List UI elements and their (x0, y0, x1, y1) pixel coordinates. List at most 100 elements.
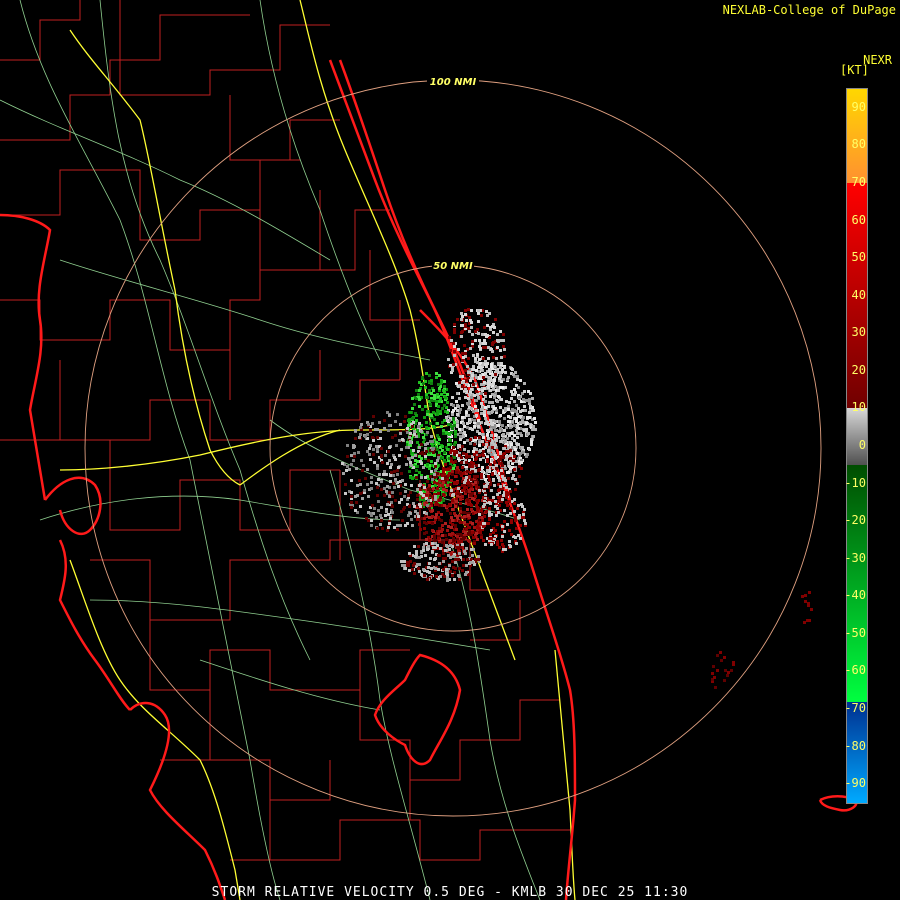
echo-pixel (495, 514, 498, 517)
echo-pixel (475, 485, 478, 488)
echo-pixel (377, 500, 380, 503)
echo-pixel (376, 494, 379, 497)
echo-pixel (451, 532, 454, 535)
echo-pixel (446, 509, 449, 512)
echo-pixel (409, 491, 412, 494)
echo-pixel (520, 461, 523, 464)
echo-pixel (434, 495, 437, 498)
echo-pixel (404, 483, 407, 486)
echo-pixel (436, 413, 439, 416)
echo-pixel (384, 514, 387, 517)
echo-pixel (443, 404, 446, 407)
echo-pixel (480, 392, 483, 395)
echo-pixel (496, 543, 499, 546)
echo-pixel (509, 507, 512, 510)
echo-pixel (436, 459, 439, 462)
echo-pixel (428, 389, 431, 392)
echo-pixel (439, 496, 442, 499)
echo-pixel (471, 428, 474, 431)
echo-pixel (482, 376, 485, 379)
echo-pixel (507, 420, 510, 423)
echo-pixel (368, 453, 371, 456)
echo-pixel (450, 479, 453, 482)
echo-pixel (430, 399, 433, 402)
echo-pixel (416, 498, 419, 501)
echo-pixel (452, 363, 455, 366)
echo-pixel (437, 532, 440, 535)
echo-pixel (523, 382, 526, 385)
echo-pixel (489, 389, 492, 392)
echo-pixel (498, 504, 501, 507)
echo-pixel (483, 515, 486, 518)
echo-pixel (484, 543, 487, 546)
echo-pixel (428, 539, 431, 542)
echo-pixel (452, 539, 455, 542)
echo-pixel (434, 498, 437, 501)
echo-pixel (430, 414, 433, 417)
echo-pixel (350, 463, 353, 466)
echo-pixel (397, 485, 400, 488)
echo-pixel (462, 537, 465, 540)
echo-pixel (354, 429, 357, 432)
echo-pixel (487, 346, 490, 349)
echo-pixel (476, 353, 479, 356)
echo-pixel (442, 568, 445, 571)
echo-pixel (716, 669, 719, 672)
echo-pixel (508, 540, 511, 543)
echo-pixel (447, 358, 450, 361)
echo-pixel (501, 498, 504, 501)
echo-pixel (413, 403, 416, 406)
echo-pixel (434, 557, 437, 560)
echo-pixel (467, 327, 470, 330)
echo-pixel (472, 462, 475, 465)
echo-pixel (803, 621, 806, 624)
echo-pixel (442, 481, 445, 484)
echo-pixel (444, 396, 447, 399)
echo-pixel (475, 409, 478, 412)
echo-pixel (443, 419, 446, 422)
echo-pixel (427, 488, 430, 491)
echo-pixel (468, 533, 471, 536)
echo-pixel (453, 482, 456, 485)
echo-pixel (424, 405, 427, 408)
echo-pixel (517, 407, 520, 410)
echo-pixel (504, 479, 507, 482)
echo-pixel (520, 467, 523, 470)
echo-pixel (534, 421, 537, 424)
echo-pixel (376, 467, 379, 470)
echo-pixel (461, 385, 464, 388)
echo-pixel (494, 438, 497, 441)
echo-pixel (478, 339, 481, 342)
echo-pixel (413, 572, 416, 575)
echo-pixel (431, 509, 434, 512)
echo-pixel (431, 515, 434, 518)
echo-pixel (434, 567, 437, 570)
echo-pixel (424, 380, 427, 383)
echo-pixel (486, 429, 489, 432)
echo-pixel (476, 509, 479, 512)
echo-pixel (429, 475, 432, 478)
echo-pixel (482, 454, 485, 457)
echo-pixel (471, 340, 474, 343)
echo-pixel (426, 480, 429, 483)
echo-pixel (461, 315, 464, 318)
echo-pixel (374, 428, 377, 431)
scale-tick-label: 10 (851, 400, 866, 415)
echo-pixel (500, 380, 503, 383)
echo-pixel (498, 479, 501, 482)
echo-pixel (466, 365, 469, 368)
echo-pixel (510, 533, 513, 536)
echo-pixel (515, 429, 518, 432)
echo-pixel (459, 375, 462, 378)
echo-pixel (409, 461, 412, 464)
echo-pixel (425, 372, 428, 375)
echo-pixel (488, 507, 491, 510)
echo-pixel (350, 454, 353, 457)
echo-pixel (426, 396, 429, 399)
echo-pixel (515, 420, 518, 423)
echo-pixel (401, 479, 404, 482)
echo-pixel (497, 362, 500, 365)
echo-pixel (440, 513, 443, 516)
echo-pixel (502, 433, 505, 436)
echo-pixel (371, 422, 374, 425)
